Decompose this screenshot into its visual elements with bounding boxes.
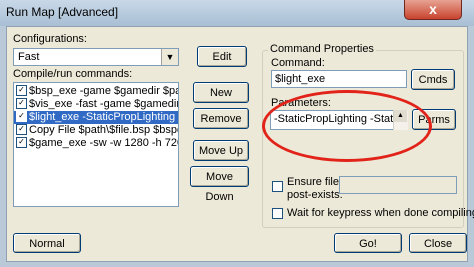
command-checkbox[interactable]: ✓ bbox=[16, 123, 27, 135]
ensure-file-checkbox[interactable] bbox=[272, 181, 283, 192]
ensure-file-path-input[interactable] bbox=[339, 176, 457, 194]
move-up-button[interactable]: Move Up bbox=[193, 140, 249, 161]
command-list-item[interactable]: ✓$game_exe -sw -w 1280 -h 720 +sv_c bbox=[14, 136, 178, 150]
wait-keypress-label: Wait for keypress when done compiling bbox=[287, 207, 474, 219]
command-checkbox[interactable]: ✓ bbox=[16, 136, 27, 148]
command-list-item[interactable]: ✓$bsp_exe -game $gamedir $path\$file bbox=[14, 84, 178, 98]
command-list-item[interactable]: ✓Copy File $path\$file.bsp $bspdir\$file bbox=[14, 123, 178, 137]
configurations-dropdown[interactable]: Fast ▼ bbox=[13, 48, 179, 66]
go-button[interactable]: Go! bbox=[334, 233, 402, 253]
move-down-button[interactable]: Move Down bbox=[190, 166, 249, 203]
command-properties-title: Command Properties bbox=[268, 43, 376, 55]
commands-listbox[interactable]: ✓$bsp_exe -game $gamedir $path\$file✓$vi… bbox=[13, 82, 179, 207]
command-checkbox[interactable]: ✓ bbox=[16, 84, 27, 96]
command-checkbox[interactable]: ✓ bbox=[16, 110, 27, 122]
configurations-label: Configurations: bbox=[13, 33, 87, 45]
command-text: Copy File $path\$file.bsp $bspdir\$file bbox=[29, 124, 178, 136]
red-annotation-ellipse bbox=[262, 90, 432, 162]
remove-button[interactable]: Remove bbox=[193, 108, 249, 129]
command-text: $game_exe -sw -w 1280 -h 720 +sv_c bbox=[29, 137, 178, 149]
wait-keypress-checkbox[interactable] bbox=[272, 208, 283, 219]
command-text: $bsp_exe -game $gamedir $path\$file bbox=[29, 85, 178, 97]
close-button[interactable]: Close bbox=[409, 233, 467, 253]
command-checkbox[interactable]: ✓ bbox=[16, 97, 27, 109]
ensure-file-label-2: post-exists: bbox=[287, 189, 343, 201]
edit-button[interactable]: Edit bbox=[197, 46, 247, 67]
window-close-button[interactable]: x bbox=[404, 0, 462, 20]
configurations-selected-value: Fast bbox=[18, 51, 40, 63]
command-list-item[interactable]: ✓$light_exe -StaticPropLighting -StaticP bbox=[14, 110, 178, 124]
command-text: $light_exe -StaticPropLighting -StaticP bbox=[29, 111, 178, 123]
command-text: $vis_exe -fast -game $gamedir $path\ bbox=[29, 98, 179, 110]
cmds-button[interactable]: Cmds bbox=[411, 69, 455, 90]
new-button[interactable]: New bbox=[193, 82, 249, 103]
command-list-item[interactable]: ✓$vis_exe -fast -game $gamedir $path\ bbox=[14, 97, 179, 111]
chevron-down-icon[interactable]: ▼ bbox=[161, 49, 178, 65]
ensure-file-label: Ensure file bbox=[287, 176, 339, 188]
window-title: Run Map [Advanced] bbox=[6, 5, 119, 19]
normal-button[interactable]: Normal bbox=[13, 233, 81, 253]
command-input[interactable]: $light_exe bbox=[271, 70, 407, 88]
commands-label: Compile/run commands: bbox=[13, 68, 133, 80]
command-label: Command: bbox=[271, 57, 325, 69]
